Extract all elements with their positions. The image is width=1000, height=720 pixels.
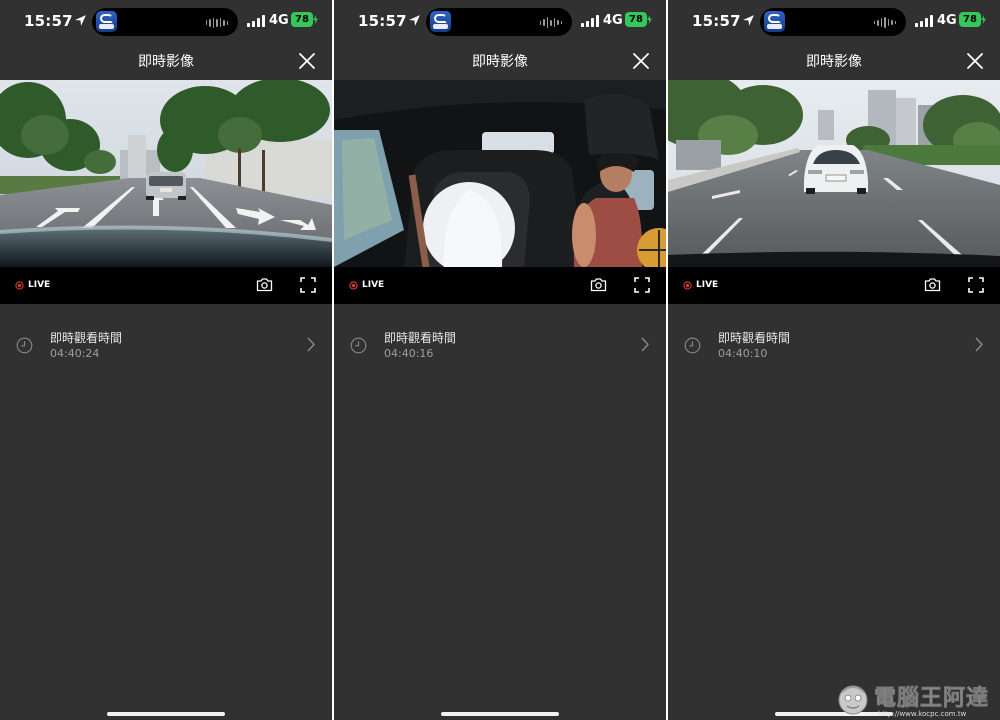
camera-icon[interactable]	[924, 277, 941, 292]
audio-wave-icon	[873, 17, 896, 28]
watermark-url: http://www.kocpc.com.tw	[878, 710, 967, 718]
nav-bar: 即時影像	[0, 42, 332, 80]
dynamic-island[interactable]	[426, 8, 572, 36]
battery-icon: 78	[291, 12, 313, 27]
front-road-camera-view	[0, 80, 332, 267]
close-icon[interactable]	[966, 52, 984, 70]
clock-icon	[16, 337, 33, 354]
video-controls-bar: LIVE	[334, 267, 666, 304]
watch-time-label: 即時觀看時間	[718, 331, 791, 345]
live-label: LIVE	[362, 280, 385, 290]
location-arrow-icon	[75, 15, 86, 26]
charging-bolt-icon	[647, 15, 652, 24]
chevron-right-icon	[641, 337, 649, 352]
chevron-right-icon	[307, 337, 315, 352]
page-title: 即時影像	[472, 54, 528, 70]
live-video-interior[interactable]	[334, 80, 666, 267]
live-record-dot-icon	[15, 280, 24, 290]
fullscreen-icon[interactable]	[634, 277, 650, 293]
dashcam-app-icon	[764, 11, 785, 32]
watch-time-label: 即時觀看時間	[384, 331, 457, 345]
status-bar: 15:57 4G 78	[334, 0, 666, 42]
video-controls-bar: LIVE	[668, 267, 1000, 304]
phone-screen-1: 15:57 4G 78 即時影像 LIVE 即時觀看時間 04:40:24	[0, 0, 332, 720]
status-time: 15:57	[24, 12, 73, 30]
location-arrow-icon	[409, 15, 420, 26]
page-title: 即時影像	[138, 54, 194, 70]
camera-icon[interactable]	[590, 277, 607, 292]
status-bar: 15:57 4G 78	[668, 0, 1000, 42]
network-type: 4G	[269, 13, 289, 28]
watch-time-row[interactable]: 即時觀看時間 04:40:10	[668, 318, 1000, 368]
live-indicator: LIVE	[683, 280, 718, 290]
charging-bolt-icon	[981, 15, 986, 24]
screenshots-strip: 15:57 4G 78 即時影像 LIVE 即時觀看時間 04:40:24 15…	[0, 0, 1000, 720]
watermark: 電腦王阿達 http://www.kocpc.com.tw	[836, 676, 1000, 720]
cellular-signal-icon	[581, 15, 599, 27]
dashcam-app-icon	[96, 11, 117, 32]
live-indicator: LIVE	[349, 280, 384, 290]
phone-screen-3: 15:57 4G 78 即時影像 LIVE 即時觀看時間 04:40:10	[668, 0, 1000, 720]
clock-icon	[350, 337, 367, 354]
status-bar: 15:57 4G 78	[0, 0, 332, 42]
camera-icon[interactable]	[256, 277, 273, 292]
status-time: 15:57	[692, 12, 741, 30]
battery-level: 78	[963, 14, 977, 25]
battery-level: 78	[629, 14, 643, 25]
live-label: LIVE	[28, 280, 51, 290]
network-type: 4G	[603, 13, 623, 28]
cellular-signal-icon	[247, 15, 265, 27]
fullscreen-icon[interactable]	[968, 277, 984, 293]
watch-time-row[interactable]: 即時觀看時間 04:40:16	[334, 318, 666, 368]
chevron-right-icon	[975, 337, 983, 352]
dashcam-app-icon	[430, 11, 451, 32]
watermark-mascot-icon	[838, 685, 868, 715]
watch-time-value: 04:40:16	[384, 347, 434, 360]
interior-cabin-camera-view	[334, 80, 666, 267]
home-indicator[interactable]	[107, 712, 225, 716]
cellular-signal-icon	[915, 15, 933, 27]
charging-bolt-icon	[313, 15, 318, 24]
live-video-rear[interactable]	[668, 80, 1000, 267]
video-controls-bar: LIVE	[0, 267, 332, 304]
clock-icon	[684, 337, 701, 354]
watch-time-value: 04:40:24	[50, 347, 100, 360]
watch-time-label: 即時觀看時間	[50, 331, 123, 345]
nav-bar: 即時影像	[668, 42, 1000, 80]
dynamic-island[interactable]	[92, 8, 238, 36]
battery-icon: 78	[959, 12, 981, 27]
watermark-name: 電腦王阿達	[874, 686, 990, 712]
battery-level: 78	[295, 14, 309, 25]
watch-time-row[interactable]: 即時觀看時間 04:40:24	[0, 318, 332, 368]
home-indicator[interactable]	[441, 712, 559, 716]
close-icon[interactable]	[632, 52, 650, 70]
watch-time-value: 04:40:10	[718, 347, 768, 360]
status-time: 15:57	[358, 12, 407, 30]
audio-wave-icon	[205, 17, 228, 28]
network-type: 4G	[937, 13, 957, 28]
live-record-dot-icon	[683, 280, 692, 290]
location-arrow-icon	[743, 15, 754, 26]
page-title: 即時影像	[806, 54, 862, 70]
live-indicator: LIVE	[15, 280, 50, 290]
nav-bar: 即時影像	[334, 42, 666, 80]
live-record-dot-icon	[349, 280, 358, 290]
live-label: LIVE	[696, 280, 719, 290]
battery-icon: 78	[625, 12, 647, 27]
fullscreen-icon[interactable]	[300, 277, 316, 293]
live-video-front[interactable]	[0, 80, 332, 267]
dynamic-island[interactable]	[760, 8, 906, 36]
rear-road-camera-view	[668, 80, 1000, 267]
audio-wave-icon	[539, 17, 562, 28]
close-icon[interactable]	[298, 52, 316, 70]
phone-screen-2: 15:57 4G 78 即時影像 LIVE 即時觀看時間 04:40:16	[334, 0, 666, 720]
